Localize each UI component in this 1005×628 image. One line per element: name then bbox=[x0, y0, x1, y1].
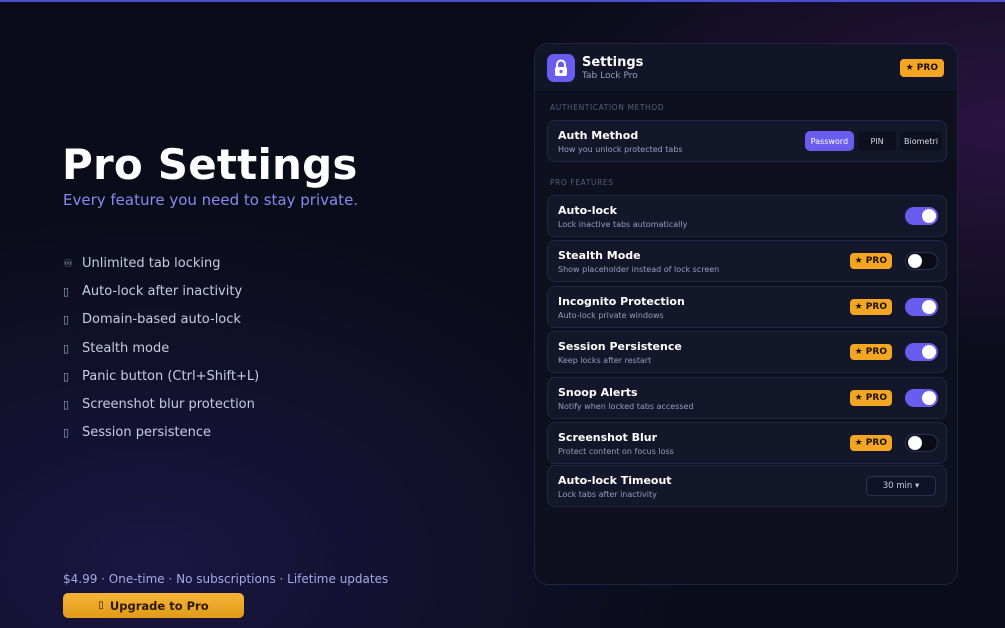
setting-label: Screenshot Blur bbox=[558, 430, 658, 444]
setting-desc: Show placeholder instead of lock screen bbox=[558, 264, 720, 274]
missing-glyph-icon: ▯ bbox=[63, 398, 70, 412]
feature-item: ▯ Panic button (Ctrl+Shift+L) bbox=[63, 362, 259, 390]
settings-panel: Settings Tab Lock Pro ★ PRO AUTHENTICATI… bbox=[534, 43, 958, 585]
setting-label: Auto-lock Timeout bbox=[558, 473, 672, 487]
feature-item: ♾ Unlimited tab locking bbox=[63, 249, 259, 277]
feature-label: Screenshot blur protection bbox=[82, 397, 255, 413]
setting-desc: Protect content on focus loss bbox=[558, 446, 674, 456]
pro-badge: ★ PRO bbox=[849, 253, 892, 269]
panel-title: Settings bbox=[582, 54, 644, 70]
pro-badge: ★ PRO bbox=[849, 299, 892, 315]
auth-option-pin[interactable]: PIN bbox=[858, 131, 897, 151]
feature-label: Stealth mode bbox=[82, 340, 170, 356]
auth-option-password[interactable]: Password bbox=[804, 131, 855, 151]
auth-method-label: Auth Method bbox=[558, 128, 639, 142]
setting-label: Auto-lock bbox=[558, 203, 617, 217]
top-accent-line bbox=[0, 0, 1005, 2]
feature-item: ▯ Auto-lock after inactivity bbox=[63, 277, 259, 305]
setting-row-screenshot-blur: Screenshot Blur Protect content on focus… bbox=[547, 422, 947, 464]
pro-badge: ★ PRO bbox=[849, 435, 892, 451]
setting-label: Stealth Mode bbox=[558, 248, 641, 262]
auth-method-row: Auth Method How you unlock protected tab… bbox=[547, 120, 947, 162]
pro-badge: ★ PRO bbox=[899, 58, 944, 77]
feature-item: ▯ Screenshot blur protection bbox=[63, 390, 259, 418]
feature-label: Unlimited tab locking bbox=[82, 255, 221, 271]
setting-row-auto-lock: Auto-lock Lock inactive tabs automatical… bbox=[547, 195, 947, 237]
missing-glyph-icon: ▯ bbox=[63, 284, 70, 298]
setting-row-incognito-protection: Incognito Protection Auto-lock private w… bbox=[547, 286, 947, 328]
missing-glyph-icon: ▯ bbox=[63, 341, 70, 355]
setting-desc: Lock inactive tabs automatically bbox=[558, 219, 688, 229]
feature-label: Panic button (Ctrl+Shift+L) bbox=[82, 368, 260, 384]
auth-method-segmented-control: Password PIN Biometri bbox=[804, 131, 942, 151]
feature-list: ♾ Unlimited tab locking ▯ Auto-lock after … bbox=[63, 249, 259, 447]
pro-badge: ★ PRO bbox=[849, 344, 892, 360]
section-label-auth: AUTHENTICATION METHOD bbox=[550, 103, 665, 112]
screenshot-blur-toggle[interactable] bbox=[905, 434, 938, 452]
setting-label: Snoop Alerts bbox=[558, 385, 638, 399]
missing-glyph-icon: ▯ bbox=[63, 426, 70, 440]
feature-item: ▯ Session persistence bbox=[63, 419, 259, 447]
upgrade-button[interactable]: ▯ Upgrade to Pro bbox=[63, 593, 244, 618]
upgrade-button-label: Upgrade to Pro bbox=[109, 598, 209, 613]
panel-header: Settings Tab Lock Pro ★ PRO bbox=[535, 44, 957, 91]
setting-row-auto-lock-timeout: Auto-lock Timeout Lock tabs after inacti… bbox=[547, 465, 947, 507]
stealth-mode-toggle[interactable] bbox=[905, 252, 938, 270]
pro-badge: ★ PRO bbox=[849, 390, 892, 406]
setting-desc: Auto-lock private windows bbox=[558, 310, 664, 320]
feature-item: ▯ Stealth mode bbox=[63, 334, 259, 362]
auth-option-biometric[interactable]: Biometri bbox=[900, 131, 942, 151]
incognito-protection-toggle[interactable] bbox=[905, 298, 938, 316]
page-title: Pro Settings bbox=[62, 140, 358, 189]
setting-label: Incognito Protection bbox=[558, 294, 685, 308]
infinity-icon: ♾ bbox=[63, 256, 73, 270]
section-label-pro: PRO FEATURES bbox=[550, 178, 614, 187]
missing-glyph-icon: ▯ bbox=[63, 313, 70, 327]
missing-glyph-icon: ▯ bbox=[63, 369, 70, 383]
page-subtitle: Every feature you need to stay private. bbox=[63, 191, 359, 209]
setting-desc: Notify when locked tabs accessed bbox=[558, 401, 694, 411]
setting-row-stealth-mode: Stealth Mode Show placeholder instead of… bbox=[547, 240, 947, 282]
auto-lock-toggle[interactable] bbox=[905, 207, 938, 225]
feature-label: Session persistence bbox=[82, 425, 211, 441]
panel-subtitle: Tab Lock Pro bbox=[582, 70, 638, 81]
price-line: $4.99 · One-time · No subscriptions · Li… bbox=[63, 572, 389, 586]
feature-label: Auto-lock after inactivity bbox=[82, 283, 243, 299]
setting-desc: Keep locks after restart bbox=[558, 355, 652, 365]
lock-icon bbox=[547, 53, 575, 82]
setting-desc: Lock tabs after inactivity bbox=[558, 489, 657, 499]
timeout-select[interactable]: 30 min ▾ bbox=[866, 476, 936, 496]
feature-label: Domain-based auto-lock bbox=[82, 312, 241, 328]
session-persistence-toggle[interactable] bbox=[905, 343, 938, 361]
setting-label: Session Persistence bbox=[558, 339, 682, 353]
feature-item: ▯ Domain-based auto-lock bbox=[63, 306, 259, 334]
auth-method-desc: How you unlock protected tabs bbox=[558, 144, 683, 154]
setting-row-snoop-alerts: Snoop Alerts Notify when locked tabs acc… bbox=[547, 377, 947, 419]
missing-glyph-icon: ▯ bbox=[98, 600, 104, 611]
snoop-alerts-toggle[interactable] bbox=[905, 389, 938, 407]
setting-row-session-persistence: Session Persistence Keep locks after res… bbox=[547, 331, 947, 373]
